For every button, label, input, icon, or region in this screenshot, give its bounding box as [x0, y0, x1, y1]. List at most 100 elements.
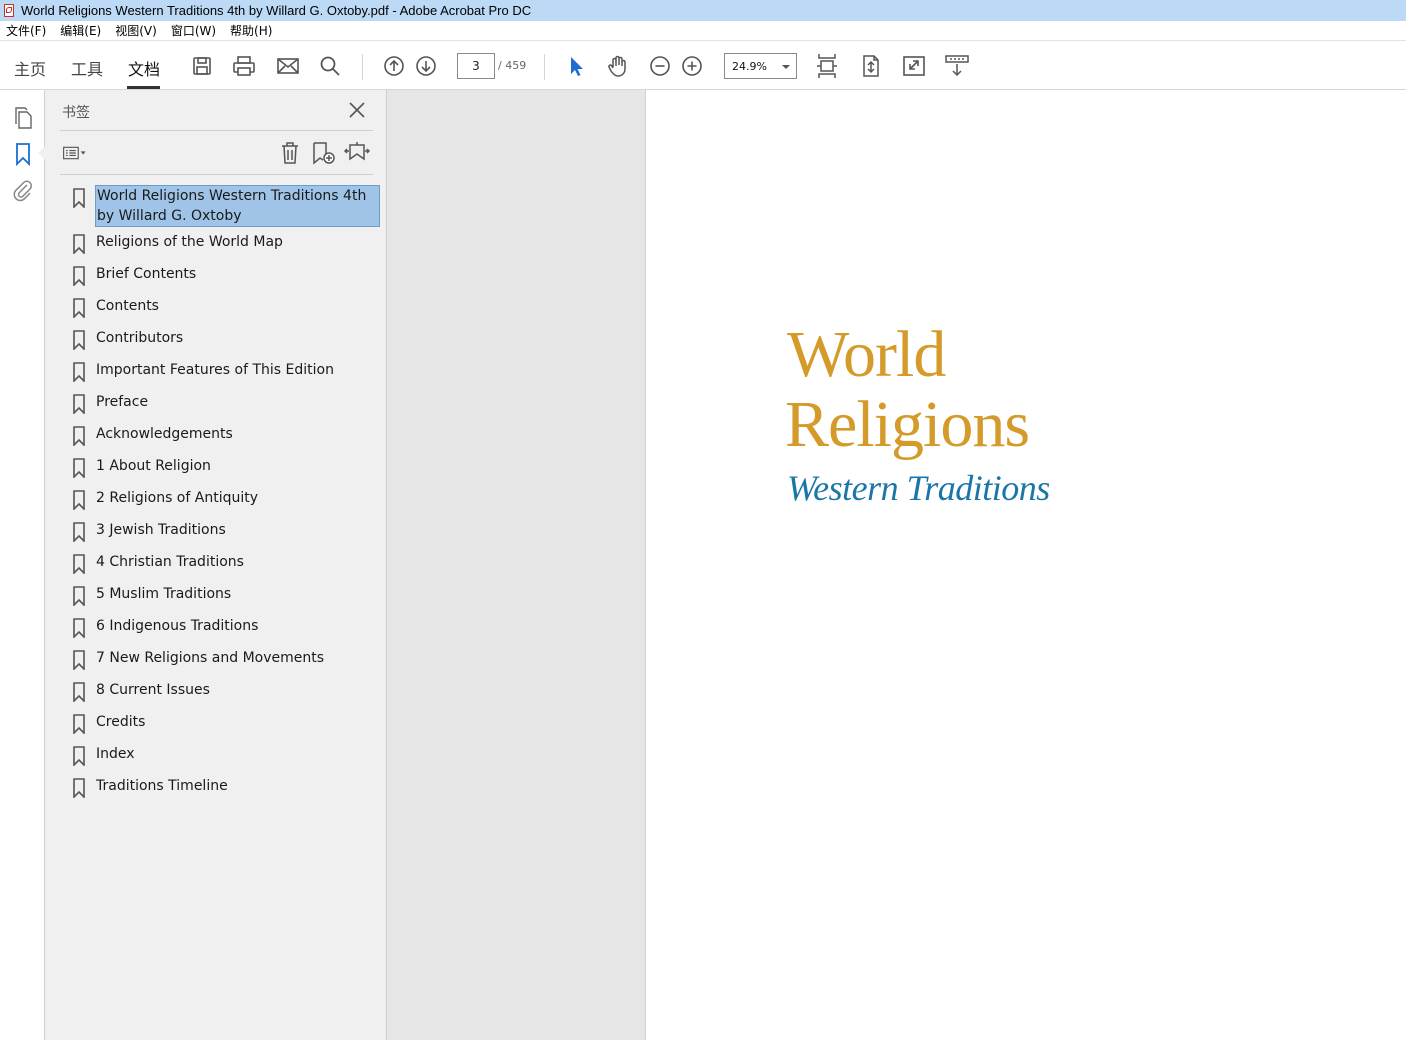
save-button[interactable]	[189, 53, 215, 79]
attachments-button[interactable]	[11, 178, 35, 202]
bookmark-icon	[73, 650, 85, 670]
bookmark-icon	[73, 618, 85, 638]
trash-icon	[282, 142, 298, 164]
bookmark-item[interactable]: Index	[69, 744, 387, 776]
bookmark-icon	[73, 426, 85, 446]
bookmark-item[interactable]: World Religions Western Traditions 4th b…	[69, 185, 387, 227]
tab-home[interactable]: 主页	[14, 56, 46, 80]
bookmark-label: Contributors	[96, 330, 184, 346]
acrobat-app-icon	[3, 3, 15, 18]
bookmark-icon	[73, 586, 85, 606]
bookmarks-button[interactable]	[11, 142, 35, 166]
full-screen-icon	[903, 56, 925, 76]
bookmark-item[interactable]: 8 Current Issues	[69, 680, 387, 712]
email-button[interactable]	[275, 53, 301, 79]
bookmark-icon	[73, 394, 85, 414]
active-tab-indicator	[127, 86, 160, 89]
read-mode-icon	[945, 55, 969, 77]
bookmark-item[interactable]: Brief Contents	[69, 264, 387, 296]
page-thumbnails-button[interactable]	[11, 106, 35, 130]
main-toolbar: 主页 工具 文档 3 / 459 24.9%	[0, 42, 1406, 90]
panel-title: 书签	[62, 105, 90, 121]
bookmark-icon	[73, 330, 85, 350]
bookmark-icon	[73, 266, 85, 286]
chevron-down-icon	[782, 65, 790, 69]
bookmark-item[interactable]: Traditions Timeline	[69, 776, 387, 808]
navigation-rail	[0, 90, 45, 1040]
next-page-button[interactable]	[413, 53, 439, 79]
bookmark-icon	[73, 522, 85, 542]
close-panel-button[interactable]	[347, 100, 367, 120]
bookmark-icon	[73, 362, 85, 382]
bookmark-item[interactable]: Contents	[69, 296, 387, 328]
zoom-out-icon	[650, 56, 670, 76]
bookmark-item[interactable]: Preface	[69, 392, 387, 424]
bookmark-label: Religions of the World Map	[96, 234, 283, 250]
zoom-level-select[interactable]: 24.9%	[724, 53, 797, 79]
bookmark-item[interactable]: Important Features of This Edition	[69, 360, 387, 392]
fit-page-button[interactable]	[814, 53, 840, 79]
bookmark-item[interactable]: 6 Indigenous Traditions	[69, 616, 387, 648]
menu-file[interactable]: 文件(F)	[6, 22, 46, 39]
bookmark-item[interactable]: Acknowledgements	[69, 424, 387, 456]
fit-page-icon	[817, 54, 837, 78]
bookmark-item[interactable]: 7 New Religions and Movements	[69, 648, 387, 680]
expand-bookmark-button[interactable]	[344, 140, 370, 166]
bookmark-label: 1 About Religion	[96, 458, 211, 474]
bookmark-item[interactable]: 5 Muslim Traditions	[69, 584, 387, 616]
rotate-page-icon	[863, 55, 879, 77]
print-icon	[233, 56, 255, 76]
pdf-page: World Religions Western Traditions	[645, 90, 1406, 1040]
select-tool-button[interactable]	[562, 53, 588, 79]
bookmark-item[interactable]: Credits	[69, 712, 387, 744]
bookmark-label: 6 Indigenous Traditions	[96, 618, 259, 634]
next-page-icon	[416, 56, 436, 76]
document-view[interactable]: World Religions Western Traditions	[387, 90, 1406, 1040]
menu-view[interactable]: 视图(V)	[115, 22, 157, 39]
tab-document[interactable]: 文档	[128, 56, 160, 80]
attachments-icon	[13, 180, 33, 202]
new-bookmark-icon	[313, 142, 335, 165]
delete-bookmark-button[interactable]	[277, 140, 303, 166]
bookmark-item[interactable]: 1 About Religion	[69, 456, 387, 488]
bookmark-label: Important Features of This Edition	[96, 362, 334, 378]
bookmark-label: Credits	[96, 714, 146, 730]
zoom-level-value: 24.9%	[732, 60, 767, 73]
bookmark-label: 2 Religions of Antiquity	[96, 490, 259, 506]
menu-help[interactable]: 帮助(H)	[230, 22, 272, 39]
tab-tools[interactable]: 工具	[71, 56, 103, 80]
bookmark-label: 8 Current Issues	[96, 682, 210, 698]
hand-tool-button[interactable]	[605, 53, 631, 79]
menu-edit[interactable]: 编辑(E)	[60, 22, 101, 39]
search-button[interactable]	[317, 53, 343, 79]
hand-icon	[608, 55, 626, 77]
add-bookmark-button[interactable]	[311, 140, 337, 166]
window-title: World Religions Western Traditions 4th b…	[21, 3, 532, 18]
print-button[interactable]	[231, 53, 257, 79]
zoom-out-button[interactable]	[647, 53, 673, 79]
bookmark-label: Preface	[96, 394, 149, 410]
full-screen-button[interactable]	[901, 53, 927, 79]
bookmark-options-button[interactable]	[62, 140, 88, 166]
page-number-input[interactable]: 3	[457, 53, 495, 79]
bookmark-label: Index	[96, 746, 135, 762]
bookmark-icon	[73, 298, 85, 318]
bookmark-label: World Religions Western Traditions 4th b…	[95, 185, 380, 227]
bookmark-label: 7 New Religions and Movements	[96, 650, 325, 666]
bookmark-icon	[73, 490, 85, 510]
bookmarks-icon	[16, 143, 30, 166]
bookmark-label: Acknowledgements	[96, 426, 233, 442]
rotate-page-button[interactable]	[858, 53, 884, 79]
bookmark-item[interactable]: 2 Religions of Antiquity	[69, 488, 387, 520]
page-total: / 459	[498, 59, 527, 72]
bookmark-item[interactable]: 4 Christian Traditions	[69, 552, 387, 584]
bookmark-item[interactable]: 3 Jewish Traditions	[69, 520, 387, 552]
prev-page-button[interactable]	[381, 53, 407, 79]
read-mode-button[interactable]	[944, 53, 970, 79]
bookmark-item[interactable]: Religions of the World Map	[69, 232, 387, 264]
active-panel-indicator	[38, 146, 45, 160]
bookmark-item[interactable]: Contributors	[69, 328, 387, 360]
bookmarks-panel: 书签 World Religions Western Traditions 4t…	[45, 90, 387, 1040]
zoom-in-button[interactable]	[679, 53, 705, 79]
menu-window[interactable]: 窗口(W)	[171, 22, 216, 39]
